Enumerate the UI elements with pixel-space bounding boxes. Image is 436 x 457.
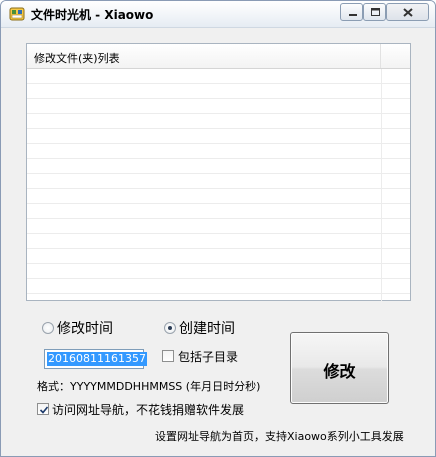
include-subdirs-checkbox[interactable] <box>162 350 174 362</box>
file-list[interactable]: 修改文件(夹)列表 <box>26 43 411 301</box>
datetime-input[interactable]: 20160811161357 <box>44 349 147 369</box>
footer-link-text[interactable]: 设置网址导航为首页，支持Xiaowo系列小工具发展 <box>155 428 404 444</box>
maximize-button[interactable] <box>363 3 386 21</box>
list-rows[interactable] <box>27 69 410 301</box>
radio-selected-dot <box>168 326 172 330</box>
main-window: 文件时光机 - Xiaowo 修改文件(夹)列表 修改时间 创建时间 20160… <box>0 0 436 457</box>
nav-checkbox-label[interactable]: 访问网址导航，不花钱捐赠软件发展 <box>52 401 244 418</box>
include-subdirs-label[interactable]: 包括子目录 <box>178 348 238 365</box>
minimize-button[interactable] <box>340 3 363 21</box>
maximize-icon <box>371 8 380 16</box>
close-button[interactable] <box>386 3 429 21</box>
radio-create-time[interactable] <box>164 322 176 334</box>
modify-button[interactable]: 修改 <box>290 332 389 404</box>
radio-create-time-label[interactable]: 创建时间 <box>179 318 235 338</box>
column-divider <box>381 69 382 301</box>
checkmark-icon <box>39 406 49 414</box>
window-title: 文件时光机 - Xiaowo <box>31 8 154 22</box>
title-bar[interactable]: 文件时光机 - Xiaowo <box>1 1 435 28</box>
list-header: 修改文件(夹)列表 <box>27 44 410 69</box>
radio-modify-time[interactable] <box>42 322 54 334</box>
modify-button-label: 修改 <box>323 362 356 381</box>
list-column-label: 修改文件(夹)列表 <box>34 52 120 65</box>
app-icon[interactable] <box>9 6 25 22</box>
format-hint: 格式：YYYYMMDDHHMMSS (年月日时分秒) <box>37 380 261 393</box>
close-icon <box>403 8 413 17</box>
radio-modify-time-label[interactable]: 修改时间 <box>57 318 113 338</box>
minimize-icon <box>349 14 357 16</box>
list-column-header[interactable]: 修改文件(夹)列表 <box>27 44 381 68</box>
nav-checkbox[interactable] <box>37 403 49 415</box>
datetime-input-value: 20160811161357 <box>47 352 147 366</box>
